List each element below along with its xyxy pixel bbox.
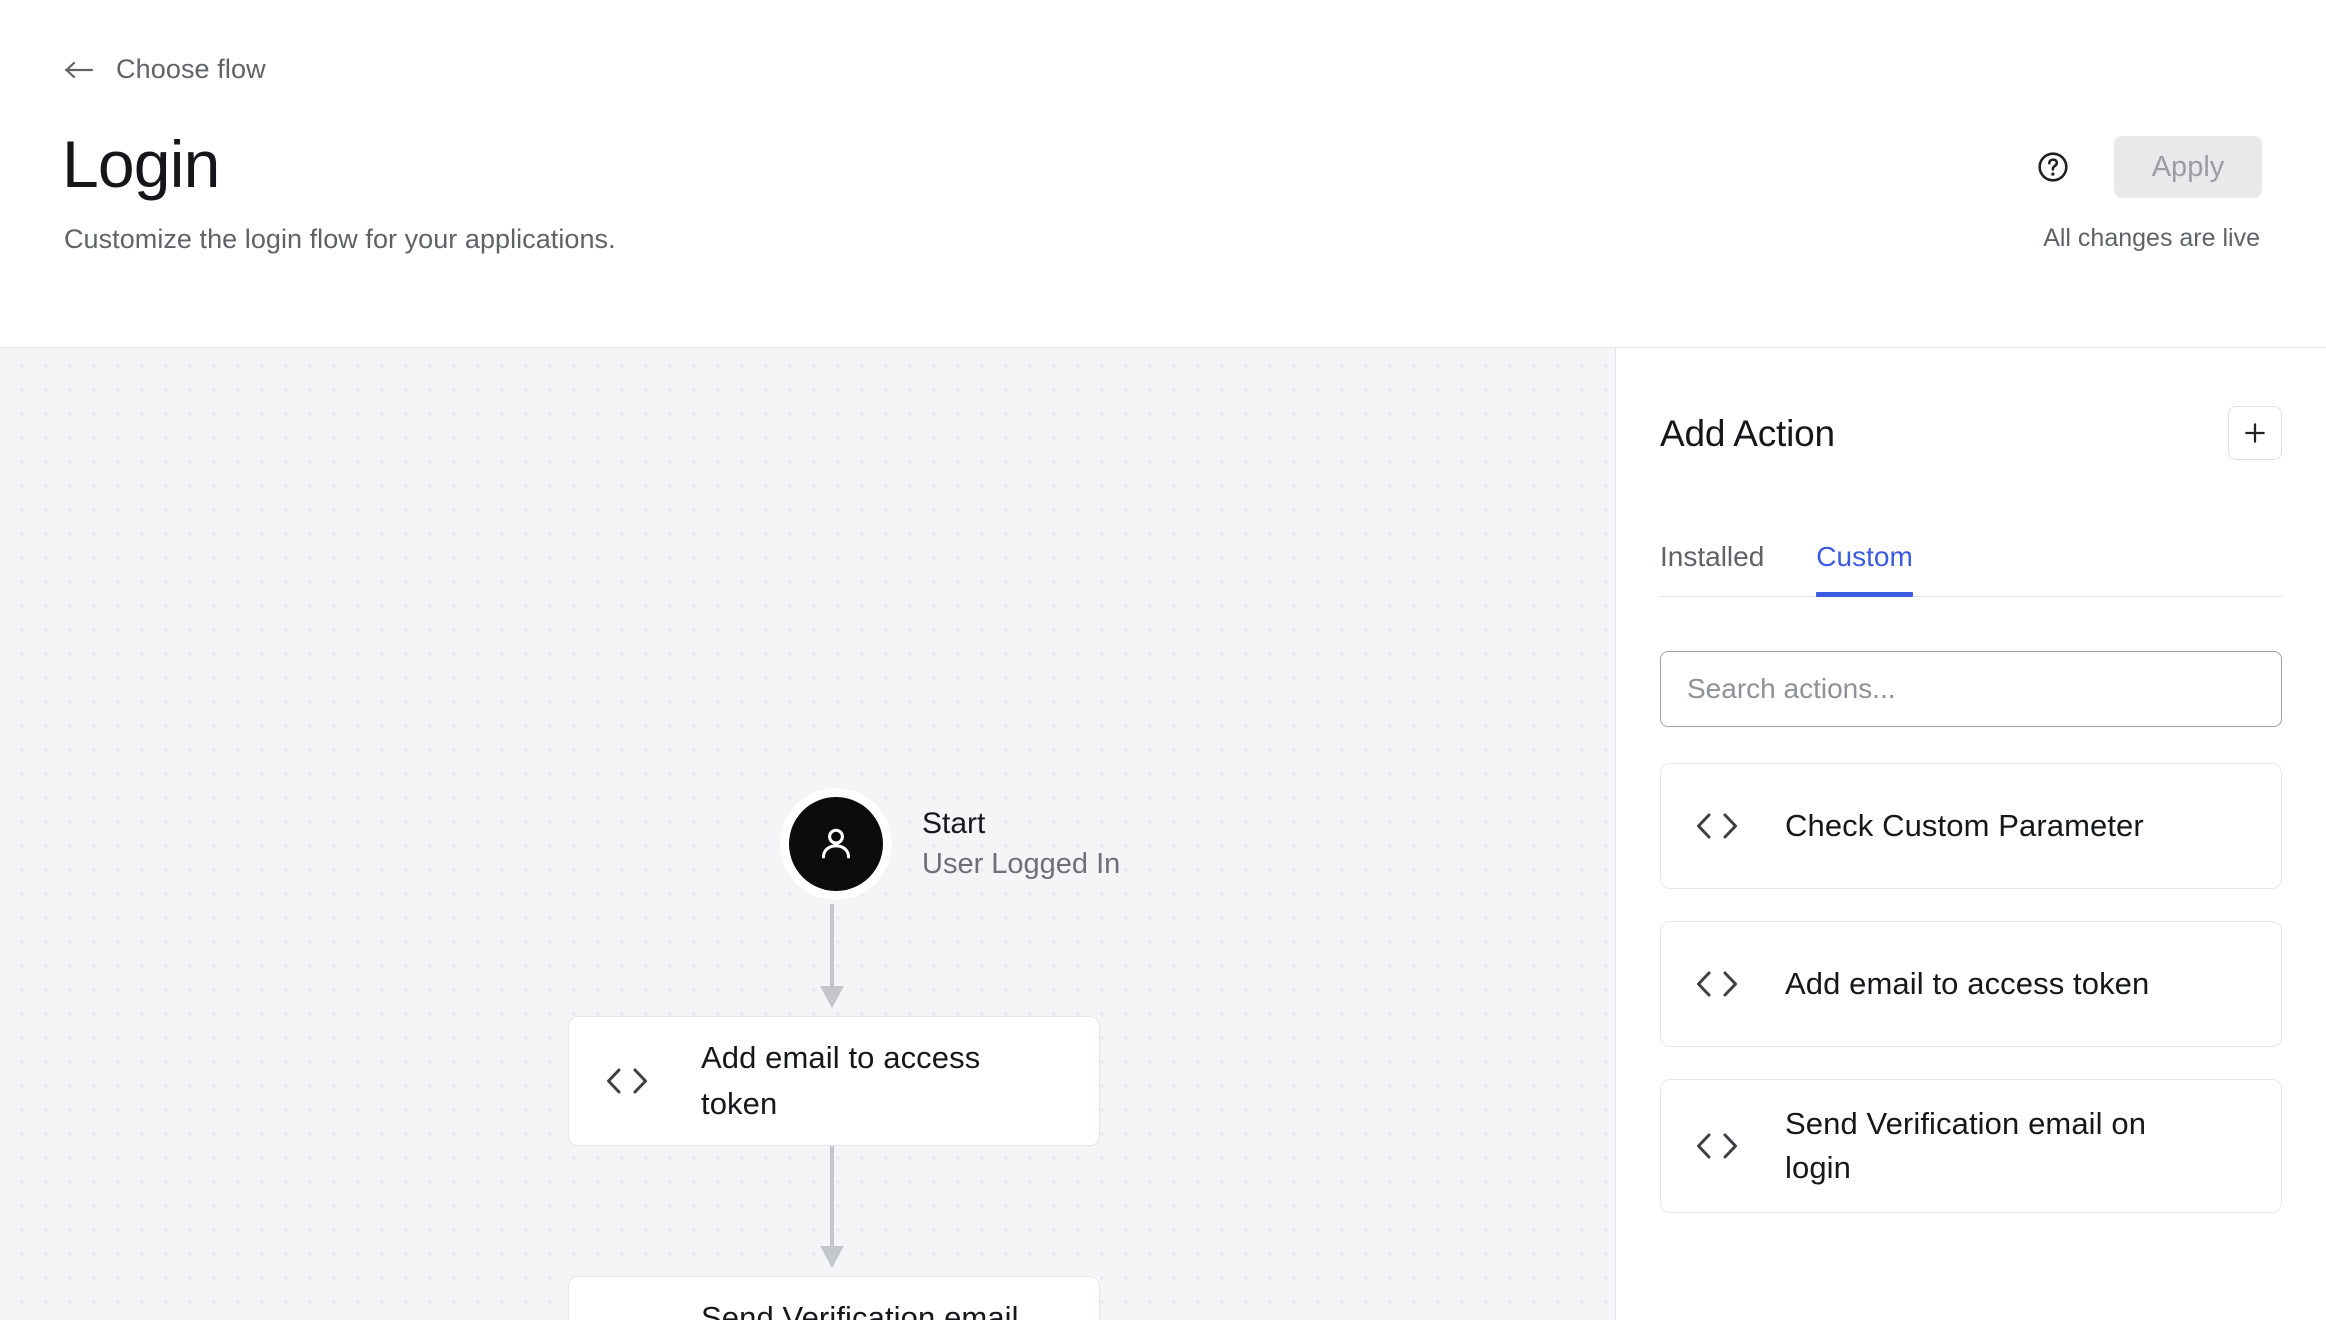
code-brackets-icon — [605, 1065, 649, 1097]
start-node-title: Start — [922, 806, 1120, 842]
changes-live-status: All changes are live — [2043, 224, 2260, 253]
page-subtitle: Customize the login flow for your applic… — [64, 224, 616, 255]
flow-graph: Start User Logged In — [0, 348, 1615, 1320]
start-node-text: Start User Logged In — [922, 806, 1120, 882]
flow-editor-page: Choose flow Login Customize the login fl… — [0, 0, 2326, 1320]
tab-custom[interactable]: Custom — [1816, 540, 1912, 596]
panel-title: Add Action — [1660, 412, 1835, 456]
back-link-label: Choose flow — [116, 54, 266, 85]
action-list-item[interactable]: Send Verification email on login — [1660, 1079, 2282, 1213]
code-brackets-icon — [1695, 968, 1739, 1000]
panel-tabs: Installed Custom — [1660, 540, 2282, 597]
start-node-subtitle: User Logged In — [922, 846, 1120, 882]
search-actions-wrap — [1660, 651, 2282, 727]
action-list-item[interactable]: Check Custom Parameter — [1660, 763, 2282, 889]
flow-node-card[interactable]: Send Verification email on login — [568, 1276, 1100, 1320]
add-action-panel: Add Action Installed Custom — [1616, 348, 2326, 1320]
apply-button[interactable]: Apply — [2114, 136, 2262, 198]
header-actions-row: Apply — [2036, 136, 2262, 198]
code-brackets-icon — [1695, 1130, 1739, 1162]
page-title: Login — [62, 128, 220, 200]
page-header: Choose flow Login Customize the login fl… — [0, 0, 2326, 348]
flow-connector-1 — [812, 904, 852, 1016]
page-body: Start User Logged In — [0, 348, 2326, 1320]
person-icon — [814, 822, 858, 866]
plus-icon — [2242, 420, 2268, 446]
flow-node-card[interactable]: Add email to access token — [568, 1016, 1100, 1146]
header-actions: Apply All changes are live — [1702, 0, 2262, 347]
start-node-ring — [780, 788, 892, 900]
flow-connector-2 — [812, 1146, 852, 1276]
action-list-item[interactable]: Add email to access token — [1660, 921, 2282, 1047]
add-action-button[interactable] — [2228, 406, 2282, 460]
flow-start-node[interactable]: Start User Logged In — [780, 788, 1120, 900]
action-item-label: Send Verification email on login — [1785, 1102, 2185, 1190]
flow-canvas[interactable]: Start User Logged In — [0, 348, 1616, 1320]
action-item-label: Check Custom Parameter — [1785, 804, 2144, 848]
code-brackets-icon — [1695, 810, 1739, 842]
flow-node-label: Send Verification email on login — [701, 1295, 1031, 1320]
flow-node-label: Add email to access token — [701, 1035, 1021, 1127]
panel-header: Add Action — [1660, 412, 2282, 470]
action-item-label: Add email to access token — [1785, 962, 2149, 1006]
back-to-choose-flow-link[interactable]: Choose flow — [64, 54, 266, 85]
arrow-down-icon — [812, 904, 852, 1016]
arrow-down-icon — [812, 1146, 852, 1276]
help-circle-icon[interactable] — [2036, 150, 2070, 184]
start-node-circle — [789, 797, 883, 891]
arrow-left-icon — [64, 58, 96, 82]
custom-actions-list: Check Custom Parameter Add email to acce… — [1660, 763, 2282, 1213]
tab-installed[interactable]: Installed — [1660, 540, 1764, 596]
search-actions-input[interactable] — [1660, 651, 2282, 727]
